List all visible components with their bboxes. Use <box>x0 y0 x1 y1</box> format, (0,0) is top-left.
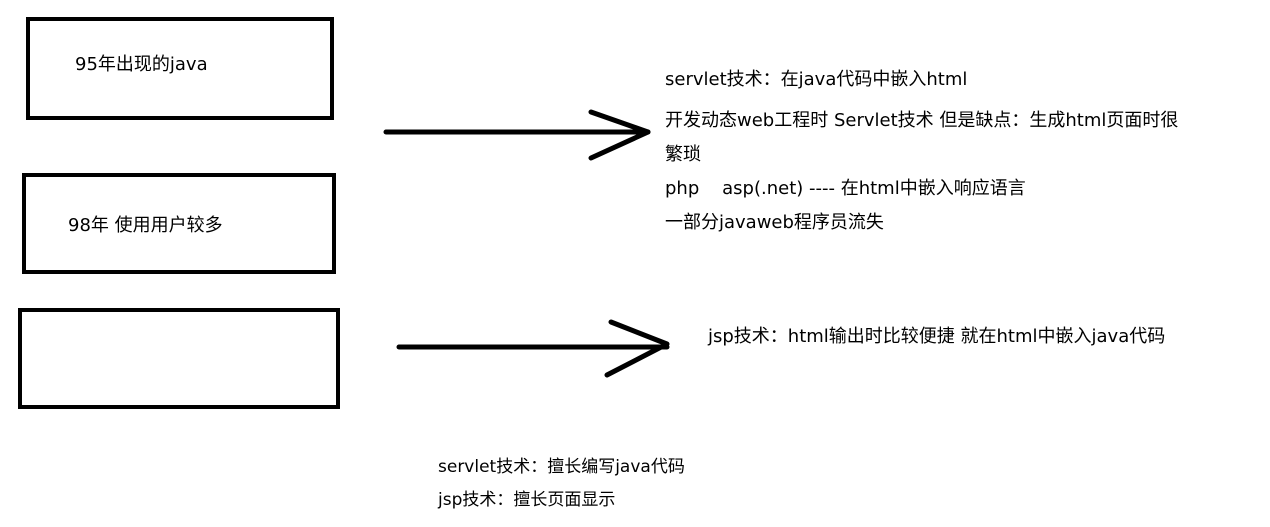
summary-jsp: jsp技术：擅长页面显示 <box>438 490 616 510</box>
note-jsp-desc: jsp技术：html输出时比较便捷 就在html中嵌入java代码 <box>708 326 1166 347</box>
note-servlet-issue-1: 开发动态web工程时 Servlet技术 但是缺点：生成html页面时很 <box>665 110 1179 131</box>
note-servlet-issue-2: 繁琐 <box>665 144 701 165</box>
note-php-asp: php asp(.net) ---- 在html中嵌入响应语言 <box>665 178 1026 199</box>
arrow-bottom <box>396 319 670 378</box>
arrows-layer <box>383 109 670 378</box>
note-servlet-title: servlet技术：在java代码中嵌入html <box>665 69 968 90</box>
arrow-top <box>383 109 651 161</box>
summary-servlet: servlet技术：擅长编写java代码 <box>438 457 685 477</box>
note-loss: 一部分javaweb程序员流失 <box>665 212 884 233</box>
